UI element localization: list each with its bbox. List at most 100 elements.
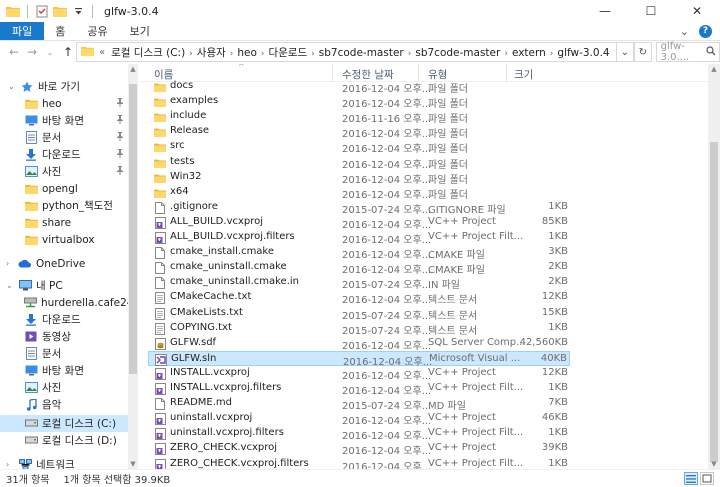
- nav-item[interactable]: 사진: [0, 379, 128, 396]
- nav-item[interactable]: 사진: [0, 163, 128, 180]
- nav-item[interactable]: 바로 가기 ⌄: [0, 78, 128, 95]
- expand-ribbon-chevron-icon[interactable]: ⌄: [680, 25, 689, 38]
- nav-item[interactable]: 다운로드: [0, 146, 128, 163]
- file-row[interactable]: ALL_BUILD.vcxproj 2016-12-04 오후... VC++ Pr…: [148, 215, 570, 231]
- file-row[interactable]: Release 2016-12-04 오후... 파일 폴더: [148, 124, 570, 140]
- file-row[interactable]: CMakeCache.txt 2016-12-04 오후... 텍스트 문서 12KB: [148, 290, 570, 306]
- refresh-icon[interactable]: ↻: [634, 42, 652, 62]
- nav-item[interactable]: 문서: [0, 345, 128, 362]
- large-icons-view-icon[interactable]: [700, 472, 714, 485]
- file-row[interactable]: ZERO_CHECK.vcxproj.filters 2016-12-04 오후.…: [148, 457, 570, 469]
- file-row[interactable]: tests 2016-12-04 오후... 파일 폴더: [148, 155, 570, 171]
- back-arrow-icon[interactable]: ←: [6, 44, 22, 60]
- tab-file[interactable]: 파일: [0, 22, 45, 40]
- file-row[interactable]: GLFW.sdf 2016-12-04 오후... SQL Server Comp.…: [148, 336, 570, 352]
- breadcrumb-item[interactable]: extern: [509, 47, 549, 59]
- nav-item[interactable]: 로컬 디스크 (D:): [0, 432, 128, 449]
- file-row[interactable]: GLFW.sln 2016-12-04 오후... Microsoft Visual…: [148, 351, 570, 368]
- maximize-button[interactable]: ☐: [628, 0, 674, 22]
- file-row[interactable]: COPYING.txt 2015-07-24 오후... 텍스트 문서 1KB: [148, 321, 570, 337]
- help-button[interactable]: ?: [699, 24, 712, 38]
- nav-item[interactable]: virtualbox: [0, 231, 128, 248]
- nav-item[interactable]: share: [0, 214, 128, 231]
- file-row[interactable]: include 2016-11-16 오후... 파일 폴더: [148, 109, 570, 125]
- nav-item[interactable]: OneDrive ›: [0, 255, 128, 272]
- breadcrumb-separator-icon[interactable]: ›: [260, 49, 266, 59]
- scrollbar-thumb[interactable]: [710, 142, 718, 462]
- file-list-scrollbar[interactable]: ▲ ▼: [708, 64, 720, 469]
- file-row[interactable]: uninstall.vcxproj 2016-12-04 오후... VC++ Pr…: [148, 411, 570, 427]
- tab-share[interactable]: 공유: [76, 22, 118, 40]
- new-folder-icon[interactable]: [53, 4, 67, 18]
- breadcrumb-item[interactable]: 사용자: [194, 47, 229, 59]
- file-size: 7KB: [548, 397, 568, 408]
- close-button[interactable]: ✕: [674, 0, 720, 22]
- nav-item[interactable]: 문서: [0, 129, 128, 146]
- search-box[interactable]: glfw-3.0....: [655, 41, 720, 63]
- file-row[interactable]: INSTALL.vcxproj.filters 2016-12-04 오후... V…: [148, 381, 570, 397]
- scroll-down-arrow-icon[interactable]: ▼: [128, 459, 138, 469]
- breadcrumb-separator-icon[interactable]: ›: [310, 49, 316, 59]
- nav-item[interactable]: opengl: [0, 180, 128, 197]
- file-row[interactable]: src 2016-12-04 오후... 파일 폴더: [148, 139, 570, 155]
- file-row[interactable]: INSTALL.vcxproj 2016-12-04 오후... VC++ Proj…: [148, 366, 570, 382]
- breadcrumb-item[interactable]: glfw-3.0.4: [554, 47, 612, 59]
- scroll-up-arrow-icon[interactable]: ▲: [128, 64, 138, 74]
- tab-view[interactable]: 보기: [119, 22, 161, 40]
- breadcrumb-separator-icon[interactable]: ›: [188, 49, 194, 59]
- nav-item[interactable]: 다운로드: [0, 311, 128, 328]
- address-overflow[interactable]: «: [97, 47, 108, 58]
- properties-icon[interactable]: [35, 4, 49, 18]
- recent-locations-chevron-icon[interactable]: ⌄: [42, 44, 58, 60]
- nav-item[interactable]: 바탕 화면: [0, 362, 128, 379]
- file-type: IN 파일: [428, 280, 461, 291]
- scrollbar-thumb[interactable]: [129, 84, 137, 374]
- nav-item[interactable]: 로컬 디스크 (C:): [0, 415, 128, 432]
- minimize-button[interactable]: —: [582, 0, 628, 22]
- nav-item[interactable]: 음악: [0, 396, 128, 413]
- nav-item[interactable]: 동영상: [0, 328, 128, 345]
- address-bar[interactable]: « 로컬 디스크 (C:) › 사용자 › heo › 다운로드 › sb7code-maste…: [76, 42, 617, 62]
- search-input[interactable]: glfw-3.0....: [661, 41, 706, 63]
- tab-home[interactable]: 홈: [44, 22, 76, 40]
- customize-dropdown-icon[interactable]: [71, 4, 85, 18]
- details-view-icon[interactable]: [684, 472, 698, 485]
- file-row[interactable]: uninstall.vcxproj.filters 2016-12-04 오후..…: [148, 426, 570, 442]
- file-row[interactable]: .gitignore 2015-07-24 오후... GITIGNORE 파일 1K…: [148, 200, 570, 216]
- file-row[interactable]: Win32 2016-12-04 오후... 파일 폴더: [148, 170, 570, 186]
- file-row[interactable]: ZERO_CHECK.vcxproj 2016-12-04 오후... VC++ P…: [148, 441, 570, 457]
- file-row[interactable]: cmake_uninstall.cmake.in 2015-07-24 오후...…: [148, 275, 570, 291]
- address-dropdown-chevron-icon[interactable]: ⌄: [616, 42, 635, 62]
- expand-chevron-icon[interactable]: ⌄: [8, 82, 15, 91]
- file-row[interactable]: docs 2016-12-04 오후... 파일 폴더: [148, 79, 570, 95]
- file-row[interactable]: examples 2016-12-04 오후... 파일 폴더: [148, 94, 570, 110]
- up-arrow-icon[interactable]: ↑: [60, 44, 76, 60]
- scroll-up-arrow-icon[interactable]: ▲: [708, 64, 720, 74]
- breadcrumb-item[interactable]: sb7code-master: [316, 47, 407, 59]
- nav-item[interactable]: 내 PC ⌄: [0, 277, 128, 294]
- file-row[interactable]: CMakeLists.txt 2015-07-24 오후... 텍스트 문서 15KB: [148, 306, 570, 322]
- nav-item[interactable]: 네트워크 ›: [0, 456, 128, 469]
- file-row[interactable]: x64 2016-12-04 오후... 파일 폴더: [148, 185, 570, 201]
- scroll-down-arrow-icon[interactable]: ▼: [708, 459, 720, 469]
- folder-icon[interactable]: [6, 4, 20, 18]
- breadcrumb-item[interactable]: sb7code-master: [412, 47, 503, 59]
- file-row[interactable]: cmake_install.cmake 2016-12-04 오후... CMAKE…: [148, 245, 570, 261]
- nav-item[interactable]: 바탕 화면: [0, 112, 128, 129]
- navigation-pane-scrollbar[interactable]: ▲ ▼: [128, 64, 138, 469]
- nav-item-label: python_책도전: [42, 200, 113, 212]
- nav-item[interactable]: python_책도전: [0, 197, 128, 214]
- nav-item[interactable]: hurderella.cafe24.com: [0, 294, 128, 311]
- breadcrumb-item[interactable]: heo: [234, 47, 260, 59]
- file-row[interactable]: ALL_BUILD.vcxproj.filters 2016-12-04 오후..…: [148, 230, 570, 246]
- forward-arrow-icon[interactable]: →: [24, 44, 40, 60]
- breadcrumb-item[interactable]: 로컬 디스크 (C:): [108, 47, 188, 59]
- video-icon: [24, 330, 38, 344]
- breadcrumb-item[interactable]: 다운로드: [266, 47, 311, 59]
- nav-item[interactable]: heo: [0, 95, 128, 112]
- expand-chevron-icon[interactable]: ›: [6, 259, 9, 268]
- expand-chevron-icon[interactable]: ⌄: [6, 281, 13, 290]
- file-row[interactable]: README.md 2015-07-24 오후... MD 파일 7KB: [148, 396, 570, 412]
- file-row[interactable]: cmake_uninstall.cmake 2016-12-04 오후... CMA…: [148, 260, 570, 276]
- expand-chevron-icon[interactable]: ›: [6, 460, 9, 469]
